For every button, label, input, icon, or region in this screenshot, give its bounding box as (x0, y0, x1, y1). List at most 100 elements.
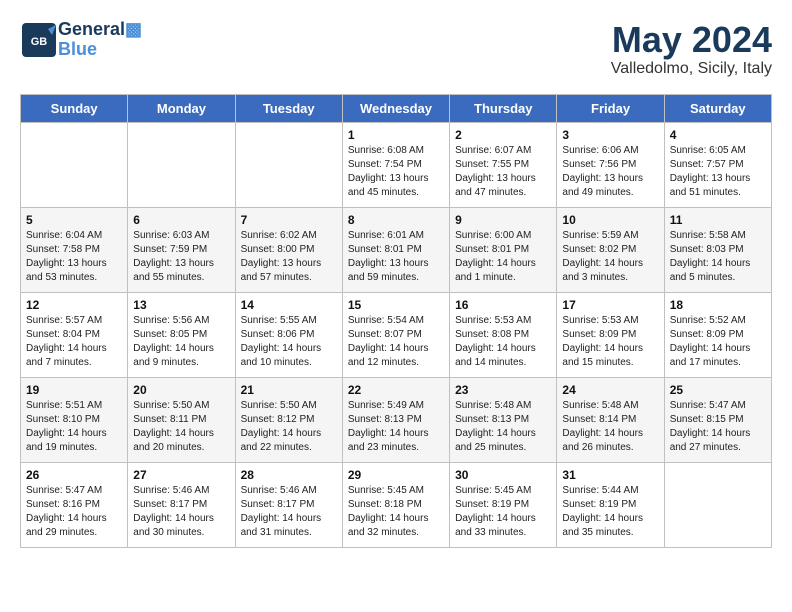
day-number: 26 (26, 468, 122, 482)
week-row-3: 12 Sunrise: 5:57 AM Sunset: 8:04 PM Dayli… (21, 292, 772, 377)
location: Valledolmo, Sicily, Italy (611, 60, 772, 78)
day-number: 31 (562, 468, 658, 482)
calendar-cell: 10 Sunrise: 5:59 AM Sunset: 8:02 PM Dayli… (557, 207, 664, 292)
day-info: Sunrise: 5:47 AM Sunset: 8:15 PM Dayligh… (670, 399, 766, 455)
day-number: 13 (133, 298, 229, 312)
week-row-1: 1 Sunrise: 6:08 AM Sunset: 7:54 PM Daylig… (21, 122, 772, 207)
page-header: GB General▩ Blue May 2024 Valledolmo, Si… (20, 20, 772, 78)
logo-icon: GB (20, 21, 56, 57)
calendar-cell: 24Sunrise: 5:48 AM Sunset: 8:14 PM Dayli… (557, 377, 664, 462)
week-row-2: 5 Sunrise: 6:04 AM Sunset: 7:58 PM Daylig… (21, 207, 772, 292)
weekday-header-saturday: Saturday (664, 94, 771, 122)
day-number: 10 (562, 213, 658, 227)
calendar-cell: 28Sunrise: 5:46 AM Sunset: 8:17 PM Dayli… (235, 462, 342, 547)
weekday-header-friday: Friday (557, 94, 664, 122)
calendar-cell: 13Sunrise: 5:56 AM Sunset: 8:05 PM Dayli… (128, 292, 235, 377)
day-info: Sunrise: 5:55 AM Sunset: 8:06 PM Dayligh… (241, 314, 337, 370)
day-number: 21 (241, 383, 337, 397)
day-number: 14 (241, 298, 337, 312)
calendar-cell: 25 Sunrise: 5:47 AM Sunset: 8:15 PM Dayli… (664, 377, 771, 462)
calendar-cell: 7 Sunrise: 6:02 AM Sunset: 8:00 PM Daylig… (235, 207, 342, 292)
weekday-header-thursday: Thursday (450, 94, 557, 122)
day-number: 11 (670, 213, 766, 227)
day-number: 27 (133, 468, 229, 482)
day-number: 15 (348, 298, 444, 312)
calendar-cell: 18 Sunrise: 5:52 AM Sunset: 8:09 PM Dayli… (664, 292, 771, 377)
day-info: Sunrise: 5:57 AM Sunset: 8:04 PM Dayligh… (26, 314, 122, 370)
title-block: May 2024 Valledolmo, Sicily, Italy (611, 20, 772, 78)
logo-blue: Blue (58, 40, 142, 58)
day-info: Sunrise: 5:48 AM Sunset: 8:13 PM Dayligh… (455, 399, 551, 455)
calendar-cell: 31 Sunrise: 5:44 AM Sunset: 8:19 PM Dayli… (557, 462, 664, 547)
day-number: 19 (26, 383, 122, 397)
day-number: 20 (133, 383, 229, 397)
calendar-cell: 29Sunrise: 5:45 AM Sunset: 8:18 PM Dayli… (342, 462, 449, 547)
day-info: Sunrise: 5:47 AM Sunset: 8:16 PM Dayligh… (26, 484, 122, 540)
day-number: 18 (670, 298, 766, 312)
day-number: 25 (670, 383, 766, 397)
day-number: 16 (455, 298, 551, 312)
day-number: 12 (26, 298, 122, 312)
day-info: Sunrise: 5:58 AM Sunset: 8:03 PM Dayligh… (670, 229, 766, 285)
day-info: Sunrise: 6:04 AM Sunset: 7:58 PM Dayligh… (26, 229, 122, 285)
calendar-cell: 27 Sunrise: 5:46 AM Sunset: 8:17 PM Dayli… (128, 462, 235, 547)
calendar-cell: 16 Sunrise: 5:53 AM Sunset: 8:08 PM Dayli… (450, 292, 557, 377)
calendar-cell: 1 Sunrise: 6:08 AM Sunset: 7:54 PM Daylig… (342, 122, 449, 207)
day-info: Sunrise: 5:54 AM Sunset: 8:07 PM Dayligh… (348, 314, 444, 370)
weekday-header-tuesday: Tuesday (235, 94, 342, 122)
day-info: Sunrise: 6:03 AM Sunset: 7:59 PM Dayligh… (133, 229, 229, 285)
day-info: Sunrise: 5:45 AM Sunset: 8:19 PM Dayligh… (455, 484, 551, 540)
logo: GB General▩ Blue (20, 20, 142, 58)
calendar-cell: 4 Sunrise: 6:05 AM Sunset: 7:57 PM Daylig… (664, 122, 771, 207)
calendar-cell (21, 122, 128, 207)
calendar-cell: 15 Sunrise: 5:54 AM Sunset: 8:07 PM Dayli… (342, 292, 449, 377)
day-number: 24 (562, 383, 658, 397)
day-number: 5 (26, 213, 122, 227)
day-info: Sunrise: 5:52 AM Sunset: 8:09 PM Dayligh… (670, 314, 766, 370)
calendar-cell: 17Sunrise: 5:53 AM Sunset: 8:09 PM Dayli… (557, 292, 664, 377)
calendar-cell: 23Sunrise: 5:48 AM Sunset: 8:13 PM Dayli… (450, 377, 557, 462)
day-info: Sunrise: 5:53 AM Sunset: 8:08 PM Dayligh… (455, 314, 551, 370)
day-info: Sunrise: 6:08 AM Sunset: 7:54 PM Dayligh… (348, 144, 444, 200)
logo-general: General▩ (58, 20, 142, 40)
day-number: 1 (348, 128, 444, 142)
day-number: 7 (241, 213, 337, 227)
calendar-cell: 19 Sunrise: 5:51 AM Sunset: 8:10 PM Dayli… (21, 377, 128, 462)
day-info: Sunrise: 5:49 AM Sunset: 8:13 PM Dayligh… (348, 399, 444, 455)
day-info: Sunrise: 6:02 AM Sunset: 8:00 PM Dayligh… (241, 229, 337, 285)
day-info: Sunrise: 6:05 AM Sunset: 7:57 PM Dayligh… (670, 144, 766, 200)
day-number: 3 (562, 128, 658, 142)
weekday-header-monday: Monday (128, 94, 235, 122)
day-info: Sunrise: 5:46 AM Sunset: 8:17 PM Dayligh… (241, 484, 337, 540)
svg-text:GB: GB (31, 36, 48, 48)
calendar-cell: 12 Sunrise: 5:57 AM Sunset: 8:04 PM Dayli… (21, 292, 128, 377)
calendar-cell: 2Sunrise: 6:07 AM Sunset: 7:55 PM Daylig… (450, 122, 557, 207)
day-number: 29 (348, 468, 444, 482)
day-info: Sunrise: 5:51 AM Sunset: 8:10 PM Dayligh… (26, 399, 122, 455)
day-number: 8 (348, 213, 444, 227)
weekday-header-sunday: Sunday (21, 94, 128, 122)
day-info: Sunrise: 5:44 AM Sunset: 8:19 PM Dayligh… (562, 484, 658, 540)
day-info: Sunrise: 6:01 AM Sunset: 8:01 PM Dayligh… (348, 229, 444, 285)
day-number: 9 (455, 213, 551, 227)
week-row-5: 26 Sunrise: 5:47 AM Sunset: 8:16 PM Dayli… (21, 462, 772, 547)
calendar-cell: 26 Sunrise: 5:47 AM Sunset: 8:16 PM Dayli… (21, 462, 128, 547)
calendar-cell: 11 Sunrise: 5:58 AM Sunset: 8:03 PM Dayli… (664, 207, 771, 292)
day-number: 22 (348, 383, 444, 397)
calendar-cell: 6 Sunrise: 6:03 AM Sunset: 7:59 PM Daylig… (128, 207, 235, 292)
calendar-cell: 20 Sunrise: 5:50 AM Sunset: 8:11 PM Dayli… (128, 377, 235, 462)
calendar-cell: 21Sunrise: 5:50 AM Sunset: 8:12 PM Dayli… (235, 377, 342, 462)
calendar-cell: 9 Sunrise: 6:00 AM Sunset: 8:01 PM Daylig… (450, 207, 557, 292)
day-number: 17 (562, 298, 658, 312)
day-info: Sunrise: 5:50 AM Sunset: 8:11 PM Dayligh… (133, 399, 229, 455)
calendar-cell (235, 122, 342, 207)
day-info: Sunrise: 5:46 AM Sunset: 8:17 PM Dayligh… (133, 484, 229, 540)
day-number: 6 (133, 213, 229, 227)
day-info: Sunrise: 5:59 AM Sunset: 8:02 PM Dayligh… (562, 229, 658, 285)
day-info: Sunrise: 6:00 AM Sunset: 8:01 PM Dayligh… (455, 229, 551, 285)
calendar-cell: 30 Sunrise: 5:45 AM Sunset: 8:19 PM Dayli… (450, 462, 557, 547)
day-info: Sunrise: 6:07 AM Sunset: 7:55 PM Dayligh… (455, 144, 551, 200)
calendar-cell: 5 Sunrise: 6:04 AM Sunset: 7:58 PM Daylig… (21, 207, 128, 292)
day-number: 4 (670, 128, 766, 142)
day-number: 30 (455, 468, 551, 482)
